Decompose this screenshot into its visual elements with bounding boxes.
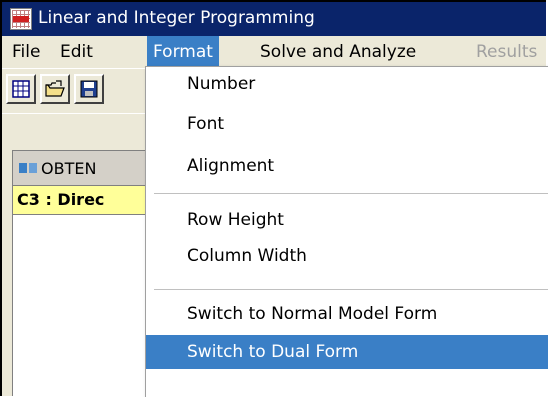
menu-separator bbox=[154, 289, 548, 290]
save-button[interactable] bbox=[74, 74, 104, 104]
title-bar: Linear and Integer Programming bbox=[2, 2, 546, 36]
menu-item-label: Switch to Dual Form bbox=[187, 342, 359, 362]
menu-item-switch-normal-model-form[interactable]: Switch to Normal Model Form bbox=[146, 297, 548, 331]
menu-item-switch-dual-form[interactable]: Switch to Dual Form bbox=[146, 335, 548, 369]
model-icon bbox=[19, 163, 37, 173]
menu-item-label: Row Height bbox=[187, 210, 284, 230]
menu-solve-and-analyze[interactable]: Solve and Analyze bbox=[254, 36, 422, 68]
menu-item-label: Font bbox=[187, 114, 225, 134]
lip-grid-icon[interactable] bbox=[10, 8, 32, 30]
grid-button[interactable] bbox=[6, 74, 36, 104]
menu-item-label: Switch to Normal Model Form bbox=[187, 304, 438, 324]
grid-icon bbox=[12, 80, 30, 98]
menu-bar: File Edit Format Solve and Analyze Resul… bbox=[2, 36, 546, 68]
format-menu-dropdown: Number Font Alignment Row Height Column … bbox=[145, 66, 548, 397]
menu-item-number[interactable]: Number bbox=[146, 67, 548, 101]
cell-reference-text: C3 : Direc bbox=[17, 190, 105, 209]
menu-item-label: Column Width bbox=[187, 246, 307, 266]
menu-file[interactable]: File bbox=[6, 36, 46, 68]
open-folder-icon bbox=[45, 80, 65, 97]
menu-item-label: Number bbox=[187, 74, 256, 94]
child-window-title: OBTEN bbox=[41, 159, 97, 178]
menu-format[interactable]: Format bbox=[147, 36, 219, 68]
menu-item-column-width[interactable]: Column Width bbox=[146, 239, 548, 273]
menu-item-row-height[interactable]: Row Height bbox=[146, 203, 548, 237]
menu-separator bbox=[154, 193, 548, 194]
open-button[interactable] bbox=[40, 74, 70, 104]
menu-item-font[interactable]: Font bbox=[146, 107, 548, 141]
menu-item-label: Alignment bbox=[187, 156, 275, 176]
menu-edit[interactable]: Edit bbox=[54, 36, 99, 68]
menu-item-alignment[interactable]: Alignment bbox=[146, 149, 548, 183]
save-icon bbox=[80, 80, 98, 98]
menu-results[interactable]: Results bbox=[470, 36, 543, 68]
window-title: Linear and Integer Programming bbox=[38, 8, 315, 28]
